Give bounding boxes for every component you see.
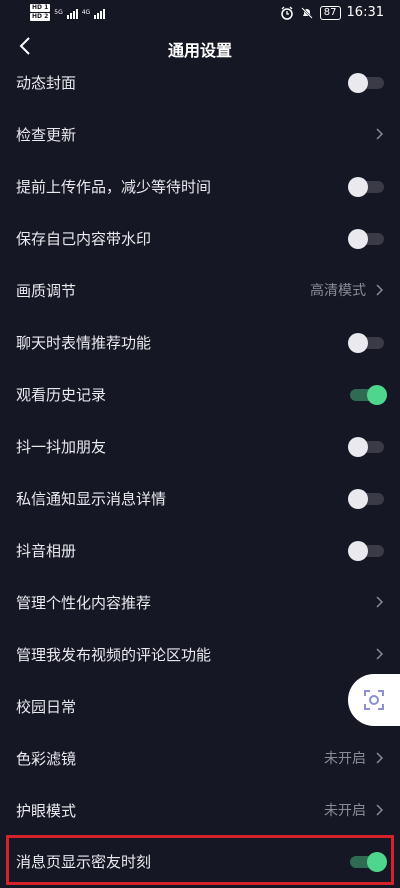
setting-label: 保存自己内容带水印	[16, 229, 152, 248]
setting-label: 提前上传作品，减少等待时间	[16, 177, 212, 196]
setting-value: 未开启	[324, 751, 366, 767]
pre-upload-toggle[interactable]	[348, 177, 384, 197]
mute-bell-icon	[301, 6, 313, 19]
setting-label: 抖音相册	[16, 541, 77, 560]
shake-friend-toggle[interactable]	[348, 437, 384, 457]
setting-label: 护眼模式	[16, 801, 77, 820]
setting-label: 抖一抖加朋友	[16, 437, 107, 456]
setting-row-watermark[interactable]: 保存自己内容带水印	[0, 212, 400, 264]
status-left: HD 1 HD 2 5G 4G	[30, 4, 106, 21]
dynamic-cover-toggle[interactable]	[348, 73, 384, 93]
setting-row-eye-care[interactable]: 护眼模式 未开启	[0, 784, 400, 836]
setting-row-album[interactable]: 抖音相册	[0, 524, 400, 576]
setting-row-shake-friend[interactable]: 抖一抖加朋友	[0, 420, 400, 472]
scan-icon	[364, 690, 384, 710]
chevron-right-icon	[376, 648, 384, 660]
chevron-right-icon	[376, 596, 384, 608]
setting-row-campus[interactable]: 校园日常	[0, 680, 400, 732]
setting-label: 聊天时表情推荐功能	[16, 333, 152, 352]
setting-row-personalized[interactable]: 管理个性化内容推荐	[0, 576, 400, 628]
network-5g-label: 5G	[54, 9, 63, 16]
setting-label: 画质调节	[16, 281, 77, 300]
hd1-badge: HD 1	[30, 4, 51, 12]
setting-row-watch-history[interactable]: 观看历史记录	[0, 368, 400, 420]
chevron-right-icon	[376, 128, 384, 140]
alarm-icon	[281, 6, 293, 20]
setting-row-color-filter[interactable]: 色彩滤镜 未开启	[0, 732, 400, 784]
setting-row-pre-upload[interactable]: 提前上传作品，减少等待时间	[0, 160, 400, 212]
setting-label: 观看历史记录	[16, 385, 107, 404]
setting-label: 检查更新	[16, 125, 77, 144]
watermark-toggle[interactable]	[348, 229, 384, 249]
signal-icon-2	[94, 7, 106, 19]
setting-value: 高清模式	[310, 283, 366, 299]
chevron-right-icon	[376, 804, 384, 816]
setting-label: 管理我发布视频的评论区功能	[16, 645, 212, 664]
chevron-right-icon	[376, 284, 384, 296]
message-detail-toggle[interactable]	[348, 489, 384, 509]
setting-label: 校园日常	[16, 697, 77, 716]
setting-label: 私信通知显示消息详情	[16, 489, 167, 508]
signal-icon	[66, 7, 78, 19]
setting-row-comment-manage[interactable]: 管理我发布视频的评论区功能	[0, 628, 400, 680]
setting-label: 管理个性化内容推荐	[16, 593, 152, 612]
status-right: 87 16:31	[280, 5, 384, 20]
setting-row-emoji-recommend[interactable]: 聊天时表情推荐功能	[0, 316, 400, 368]
status-bar: HD 1 HD 2 5G 4G 87 16:31	[0, 0, 400, 30]
setting-row-message-detail[interactable]: 私信通知显示消息详情	[0, 472, 400, 524]
battery-indicator: 87	[319, 5, 341, 20]
watch-history-toggle[interactable]	[350, 385, 387, 405]
setting-row-quality[interactable]: 画质调节 高清模式	[0, 264, 400, 316]
hd2-badge: HD 2	[30, 13, 51, 21]
album-toggle[interactable]	[348, 541, 384, 561]
setting-label: 色彩滤镜	[16, 749, 77, 768]
clock: 16:31	[346, 5, 384, 20]
chevron-right-icon	[376, 752, 384, 764]
hd-indicators: HD 1 HD 2	[30, 4, 51, 21]
network-4g-label: 4G	[81, 9, 91, 16]
emoji-recommend-toggle[interactable]	[348, 333, 384, 353]
floating-scan-button[interactable]	[348, 674, 400, 726]
setting-label: 动态封面	[16, 73, 77, 92]
setting-row-dynamic-cover[interactable]: 动态封面	[0, 56, 400, 108]
highlight-box	[6, 835, 394, 885]
setting-row-check-update[interactable]: 检查更新	[0, 108, 400, 160]
setting-value: 未开启	[324, 803, 366, 819]
